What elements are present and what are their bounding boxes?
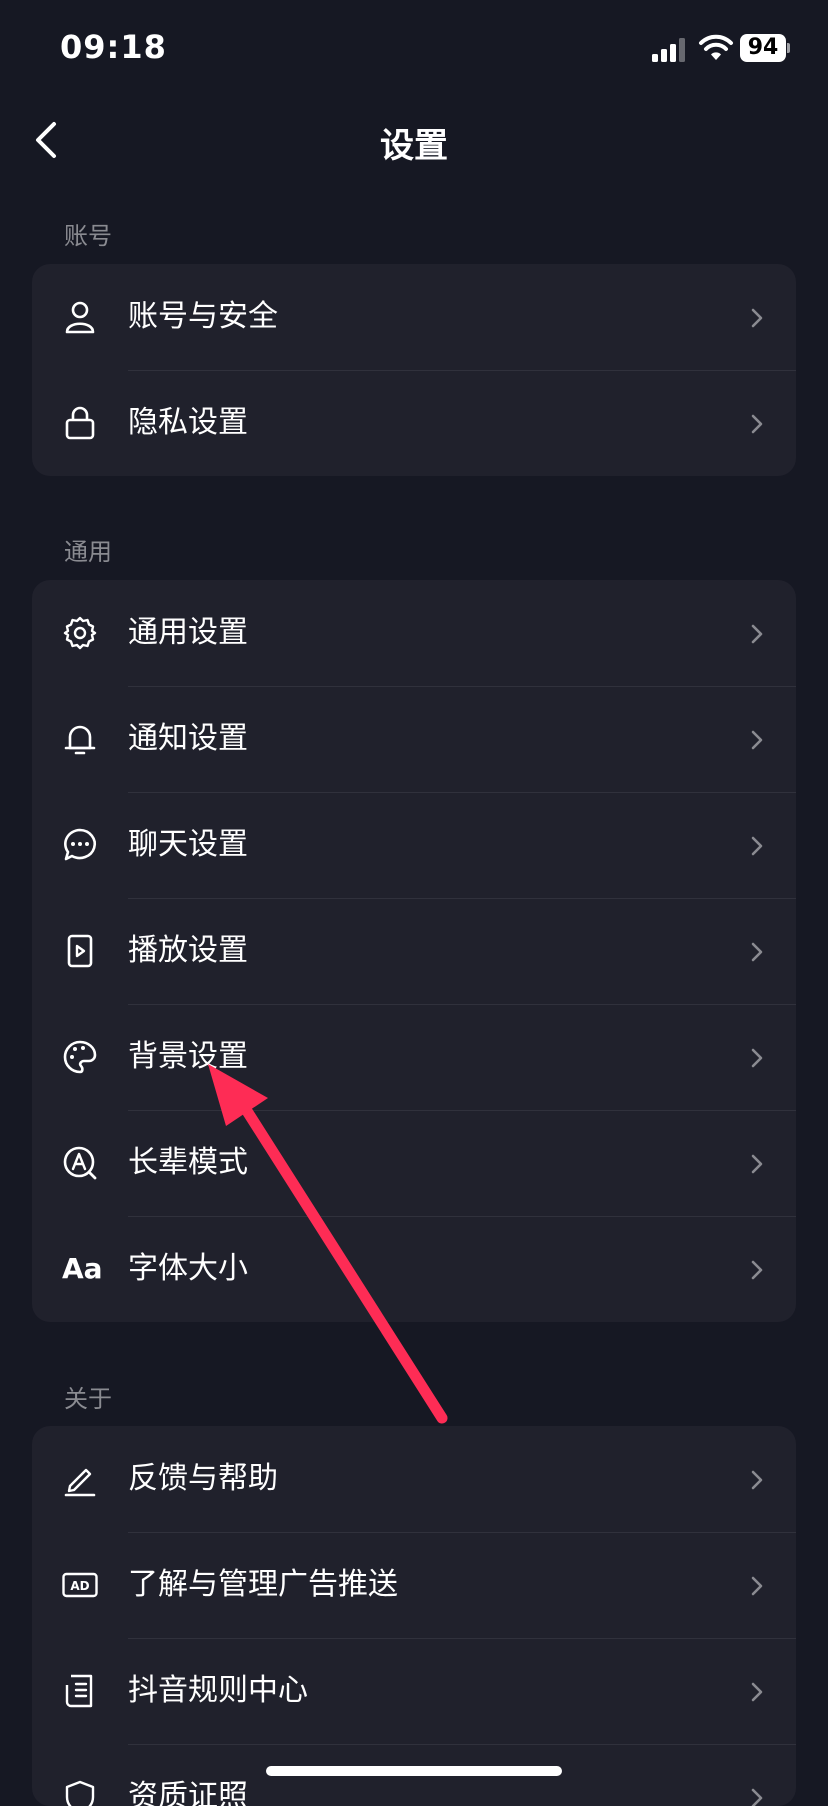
rules-doc-icon	[65, 1674, 93, 1708]
chevron-right-icon	[751, 1682, 763, 1702]
shield-icon	[65, 1780, 95, 1806]
row-label: 通用设置	[128, 615, 248, 650]
settings-row-ad-management[interactable]: AD 了解与管理广告推送	[32, 1532, 796, 1638]
row-label: 了解与管理广告推送	[128, 1567, 398, 1602]
palette-icon	[63, 1040, 97, 1074]
chevron-right-icon	[751, 1470, 763, 1490]
settings-row-account-security[interactable]: 账号与安全	[32, 264, 796, 370]
settings-row-rules-center[interactable]: 抖音规则中心	[32, 1638, 796, 1744]
chevron-right-icon	[751, 1576, 763, 1596]
status-time: 09:18	[60, 28, 167, 66]
ad-icon: AD	[62, 1572, 98, 1598]
row-label: 通知设置	[128, 721, 248, 756]
lock-icon	[65, 406, 95, 440]
row-label: 资质证照	[128, 1779, 248, 1806]
settings-row-notification[interactable]: 通知设置	[32, 686, 796, 792]
wifi-icon	[699, 34, 733, 60]
user-icon	[65, 301, 95, 334]
chevron-right-icon	[751, 414, 763, 434]
settings-row-background[interactable]: 背景设置	[32, 1004, 796, 1110]
chevron-right-icon	[751, 730, 763, 750]
chevron-right-icon	[751, 1260, 763, 1280]
row-label: 账号与安全	[128, 299, 278, 334]
section-label-general: 通用	[64, 538, 112, 566]
bell-icon	[64, 725, 96, 755]
settings-row-playback[interactable]: 播放设置	[32, 898, 796, 1004]
row-label: 长辈模式	[128, 1145, 248, 1180]
nav-bar: 设置	[0, 100, 828, 182]
settings-row-general[interactable]: 通用设置	[32, 580, 796, 686]
row-label: 字体大小	[128, 1251, 248, 1286]
settings-row-feedback-help[interactable]: 反馈与帮助	[32, 1426, 796, 1532]
font-size-icon: Aa	[62, 1252, 103, 1285]
svg-text:AD: AD	[70, 1579, 89, 1593]
row-label: 播放设置	[128, 933, 248, 968]
chevron-right-icon	[751, 624, 763, 644]
row-label: 反馈与帮助	[128, 1461, 278, 1496]
status-bar: 09:18 94	[0, 0, 828, 100]
row-label: 背景设置	[128, 1039, 248, 1074]
section-label-account: 账号	[64, 222, 112, 250]
chevron-right-icon	[751, 1154, 763, 1174]
settings-row-chat[interactable]: 聊天设置	[32, 792, 796, 898]
battery-indicator: 94	[740, 34, 790, 62]
battery-cap	[787, 43, 790, 53]
edit-pen-icon	[64, 1468, 96, 1497]
chevron-right-icon	[751, 1048, 763, 1068]
settings-row-privacy[interactable]: 隐私设置	[32, 370, 796, 476]
chevron-right-icon	[751, 942, 763, 962]
row-label: 抖音规则中心	[128, 1673, 308, 1708]
account-settings-card: 账号与安全 隐私设置	[32, 264, 796, 476]
cellular-signal-icon	[652, 38, 685, 62]
chevron-right-icon	[751, 836, 763, 856]
gear-icon	[63, 616, 97, 650]
settings-row-font-size[interactable]: Aa 字体大小	[32, 1216, 796, 1322]
elder-mode-icon	[63, 1146, 97, 1180]
chat-bubble-icon	[64, 828, 96, 861]
section-label-about: 关于	[64, 1385, 112, 1413]
about-settings-card: 反馈与帮助 AD 了解与管理广告推送 抖音规则中心 资质证照	[32, 1426, 796, 1806]
row-label: 隐私设置	[128, 405, 248, 440]
battery-level: 94	[740, 34, 786, 62]
chevron-right-icon	[751, 1788, 763, 1806]
home-indicator	[266, 1766, 562, 1776]
chevron-right-icon	[751, 308, 763, 328]
settings-row-elder-mode[interactable]: 长辈模式	[32, 1110, 796, 1216]
page-title: 设置	[380, 126, 448, 166]
general-settings-card: 通用设置 通知设置 聊天设置 播放设置 背景设置 长辈模式 Aa 字体大小	[32, 580, 796, 1322]
row-label: 聊天设置	[128, 827, 248, 862]
play-box-icon	[67, 934, 93, 968]
